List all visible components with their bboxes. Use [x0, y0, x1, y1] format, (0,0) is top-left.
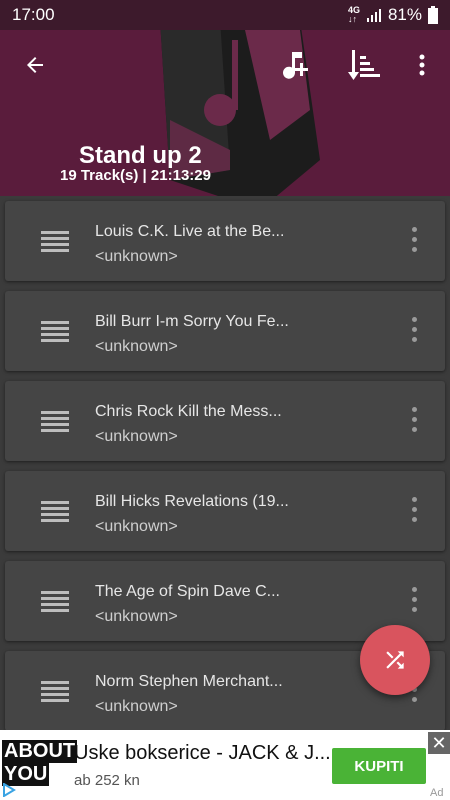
back-button[interactable]: [15, 45, 55, 85]
track-row[interactable]: Bill Hicks Revelations (19... <unknown>: [5, 471, 445, 551]
battery-percent: 81%: [387, 5, 422, 24]
track-more-icon[interactable]: [411, 227, 419, 257]
sort-button[interactable]: [345, 45, 385, 85]
track-row[interactable]: Louis C.K. Live at the Be... <unknown>: [5, 201, 445, 281]
track-artist: <unknown>: [95, 248, 178, 265]
playlist-subtitle: 19 Track(s) | 21:13:29: [60, 167, 211, 184]
ad-close-icon[interactable]: ✕: [428, 732, 450, 754]
status-icons: 4G ↓↑ 81%: [348, 5, 438, 25]
track-title: Louis C.K. Live at the Be...: [95, 223, 285, 240]
drag-handle-icon[interactable]: [41, 321, 69, 343]
track-row[interactable]: Bill Burr I-m Sorry You Fe... <unknown>: [5, 291, 445, 371]
track-title: Chris Rock Kill the Mess...: [95, 403, 282, 420]
drag-handle-icon[interactable]: [41, 501, 69, 523]
track-artist: <unknown>: [95, 338, 178, 355]
track-title: Bill Burr I-m Sorry You Fe...: [95, 313, 289, 330]
battery-icon: [428, 6, 438, 24]
drag-handle-icon[interactable]: [41, 231, 69, 253]
track-more-icon[interactable]: [411, 587, 419, 617]
ad-cta-button[interactable]: KUPITI: [332, 748, 426, 784]
playlist-title: Stand up 2: [79, 142, 202, 169]
adchoices-icon[interactable]: [2, 783, 16, 797]
sort-icon: [348, 50, 380, 80]
track-artist: <unknown>: [95, 698, 178, 715]
signal-icon: [366, 9, 381, 22]
track-more-icon[interactable]: [411, 407, 419, 437]
ad-title[interactable]: Uske bokserice - JACK & J...: [74, 742, 331, 765]
back-arrow-icon: [27, 57, 43, 73]
drag-handle-icon[interactable]: [41, 411, 69, 433]
shuffle-icon: [386, 651, 404, 669]
ad-price: ab 252 kn: [74, 772, 140, 789]
track-title: Bill Hicks Revelations (19...: [95, 493, 289, 510]
drag-handle-icon[interactable]: [41, 681, 69, 703]
track-title: Norm Stephen Merchant...: [95, 673, 283, 690]
more-vert-icon: [419, 54, 425, 76]
ad-label: Ad: [430, 787, 444, 799]
track-title: The Age of Spin Dave C...: [95, 583, 280, 600]
overflow-menu-button[interactable]: [402, 45, 442, 85]
track-more-icon[interactable]: [411, 317, 419, 347]
drag-handle-icon[interactable]: [41, 591, 69, 613]
add-track-button[interactable]: [275, 45, 315, 85]
status-bar: 17:00 4G ↓↑ 81%: [0, 0, 450, 30]
track-artist: <unknown>: [95, 428, 178, 445]
track-artist: <unknown>: [95, 518, 178, 535]
track-artist: <unknown>: [95, 608, 178, 625]
add-music-icon: [283, 52, 308, 79]
network-type: 4G ↓↑: [347, 5, 360, 24]
ad-banner[interactable]: ABOUT YOU Uske bokserice - JACK & J... ab…: [0, 730, 450, 800]
status-time: 17:00: [12, 5, 55, 24]
track-row[interactable]: Chris Rock Kill the Mess... <unknown>: [5, 381, 445, 461]
shuffle-button[interactable]: [360, 625, 430, 695]
track-more-icon[interactable]: [411, 497, 419, 527]
